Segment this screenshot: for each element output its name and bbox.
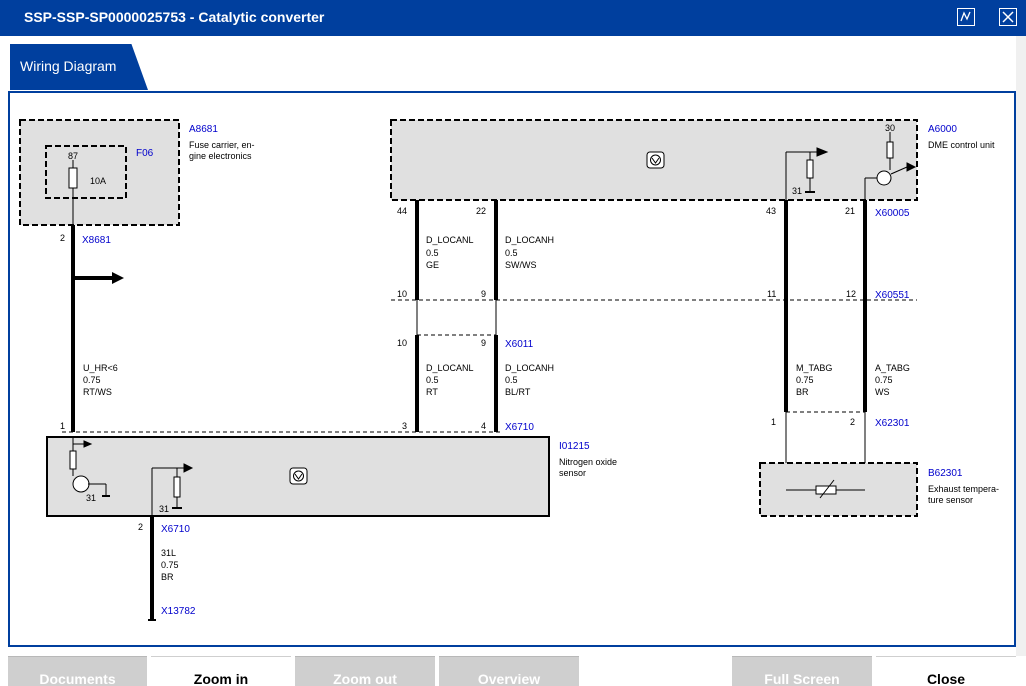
arrow-right-icon xyxy=(112,272,124,284)
wire-d-locanh-1-color: SW/WS xyxy=(505,260,537,270)
x6710-bottom-pin: 2 xyxy=(138,522,143,532)
x8681-pin: 2 xyxy=(60,233,65,243)
fuse-icon xyxy=(68,167,78,189)
wire-d-locanh-2-color: BL/RT xyxy=(505,387,531,397)
x6710-pin-3: 3 xyxy=(402,421,407,431)
wire-d-locanl-2-name: D_LOCANL xyxy=(426,363,474,373)
x60005-pin-44: 44 xyxy=(397,206,407,216)
wiring-diagram-canvas: A8681 Fuse carrier, en- gine electronics… xyxy=(19,119,999,621)
wire-31l-color: BR xyxy=(161,572,174,582)
wire-m-tabg-name: M_TABG xyxy=(796,363,832,373)
wire-a-tabg-size: 0.75 xyxy=(875,375,893,385)
x62301-pin-2: 2 xyxy=(850,417,855,427)
f06-pin-label: 87 xyxy=(68,151,78,161)
wiring-diagram-panel: A8681 Fuse carrier, en- gine electronics… xyxy=(8,91,1016,647)
wire-d-locanh-2-name: D_LOCANH xyxy=(505,363,554,373)
zoom-out-button[interactable]: Zoom out xyxy=(295,656,435,686)
wire-d-locanl-2-size: 0.5 xyxy=(426,375,439,385)
x13782-link[interactable]: X13782 xyxy=(161,606,196,617)
x60551-pin-9: 9 xyxy=(481,289,486,299)
wire-u-hr-size: 0.75 xyxy=(83,375,101,385)
wire-a-tabg-color: WS xyxy=(875,387,890,397)
x62301-link[interactable]: X62301 xyxy=(875,418,910,429)
x60551-link[interactable]: X60551 xyxy=(875,290,910,301)
full-screen-button[interactable]: Full Screen xyxy=(732,656,872,686)
wire-d-locanh-1-size: 0.5 xyxy=(505,248,518,258)
i01215-ground-31-a: 31 xyxy=(86,493,96,503)
f06-fuse-box xyxy=(45,145,127,199)
f06-rating-label: 10A xyxy=(90,176,106,186)
wire-a-tabg-name: A_TABG xyxy=(875,363,910,373)
zoom-in-button[interactable]: Zoom in xyxy=(151,656,291,686)
tab-wiring-diagram[interactable]: Wiring Diagram xyxy=(10,44,148,90)
documents-button[interactable]: Documents xyxy=(8,656,147,686)
close-window-button[interactable] xyxy=(999,8,1017,26)
b62301-id-link[interactable]: B62301 xyxy=(928,468,963,479)
x60005-link[interactable]: X60005 xyxy=(875,208,910,219)
x60551-pin-12: 12 xyxy=(846,289,856,299)
a8681-desc-line2: gine electronics xyxy=(189,151,252,161)
wire-d-locanl-1-name: D_LOCANL xyxy=(426,235,474,245)
i01215-desc-line1: Nitrogen oxide xyxy=(559,457,617,467)
x62301-pin-1: 1 xyxy=(771,417,776,427)
x6710-pin-1: 1 xyxy=(60,421,65,431)
a6000-pin-30: 30 xyxy=(885,123,895,133)
x6011-link[interactable]: X6011 xyxy=(505,339,534,350)
wire-d-locanl-1-size: 0.5 xyxy=(426,248,439,258)
x60005-pin-43: 43 xyxy=(766,206,776,216)
x6710-bottom-link[interactable]: X6710 xyxy=(161,524,190,535)
waveform-icon xyxy=(960,11,971,22)
wire-m-tabg-size: 0.75 xyxy=(796,375,814,385)
a6000-id-link[interactable]: A6000 xyxy=(928,124,957,135)
i01215-desc-line2: sensor xyxy=(559,468,586,478)
window-title: SSP-SSP-SP0000025753 - Catalytic convert… xyxy=(24,9,325,25)
x60551-pin-11: 11 xyxy=(767,289,776,299)
x60005-pin-21: 21 xyxy=(845,206,855,216)
x60551-pin-10: 10 xyxy=(397,289,407,299)
close-icon xyxy=(1002,11,1014,23)
a6000-desc: DME control unit xyxy=(928,140,995,150)
x6011-pin-10: 10 xyxy=(397,338,407,348)
tab-label: Wiring Diagram xyxy=(20,58,117,74)
wire-d-locanl-2-color: RT xyxy=(426,387,438,397)
x8681-link[interactable]: X8681 xyxy=(82,235,111,246)
close-button[interactable]: Close xyxy=(876,656,1016,686)
a6000-ground-31: 31 xyxy=(792,186,802,196)
vertical-scrollbar[interactable] xyxy=(1016,36,1026,656)
wire-31l-name: 31L xyxy=(161,548,176,558)
ecu-symbol-icon xyxy=(289,467,308,485)
ecu-symbol-icon xyxy=(646,151,665,169)
wire-d-locanh-2-size: 0.5 xyxy=(505,375,518,385)
x6710-top-link[interactable]: X6710 xyxy=(505,422,534,433)
wire-31l-size: 0.75 xyxy=(161,560,179,570)
wire-m-tabg-color: BR xyxy=(796,387,809,397)
wire-d-locanh-1-name: D_LOCANH xyxy=(505,235,554,245)
i01215-id-link[interactable]: I01215 xyxy=(559,441,590,452)
graph-button[interactable] xyxy=(957,8,975,26)
tab-strip xyxy=(0,36,1026,91)
title-bar: SSP-SSP-SP0000025753 - Catalytic convert… xyxy=(0,0,1026,36)
b62301-desc-line2: ture sensor xyxy=(928,495,973,505)
wire-u-hr-color: RT/WS xyxy=(83,387,112,397)
a8681-id-link[interactable]: A8681 xyxy=(189,124,218,135)
i01215-ground-31-b: 31 xyxy=(159,504,169,514)
bottom-button-bar: Documents Zoom in Zoom out Overview Full… xyxy=(0,656,1026,686)
x60005-pin-22: 22 xyxy=(476,206,486,216)
x6710-pin-4: 4 xyxy=(481,421,486,431)
a8681-desc-line1: Fuse carrier, en- xyxy=(189,140,255,150)
f06-id-link[interactable]: F06 xyxy=(136,148,154,159)
b62301-desc-line1: Exhaust tempera- xyxy=(928,484,999,494)
wire-d-locanl-1-color: GE xyxy=(426,260,439,270)
wire-u-hr-name: U_HR<6 xyxy=(83,363,118,373)
x6011-pin-9: 9 xyxy=(481,338,486,348)
overview-button[interactable]: Overview xyxy=(439,656,579,686)
